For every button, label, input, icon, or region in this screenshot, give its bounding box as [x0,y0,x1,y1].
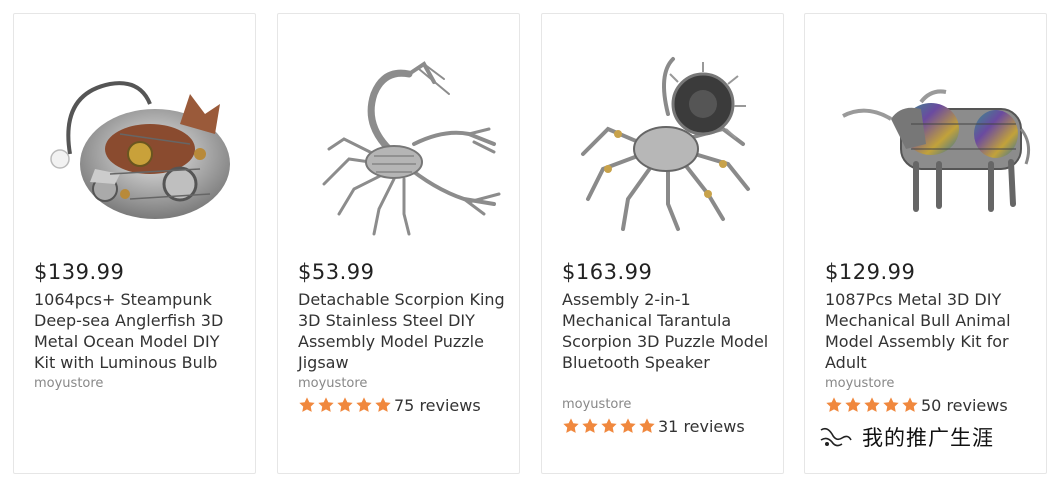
product-title[interactable]: 1087Pcs Metal 3D DIY Mechanical Bull Ani… [825,289,1035,373]
star-icon [620,418,636,433]
product-image[interactable] [294,34,504,244]
star-icon [582,418,598,433]
product-price: $53.99 [298,260,375,284]
product-card[interactable]: $129.99 1087Pcs Metal 3D DIY Mechanical … [804,13,1047,474]
product-title[interactable]: Assembly 2-in-1 Mechanical Tarantula Sco… [562,289,772,373]
star-icon [845,397,861,412]
product-image[interactable] [558,34,768,244]
watermark: 我的推广生涯 [818,422,994,452]
star-icon [864,397,880,412]
star-rating [825,396,920,414]
product-card[interactable]: $139.99 1064pcs+ Steampunk Deep-sea Angl… [13,13,256,474]
rating-row[interactable]: 75 reviews [298,395,481,415]
product-title[interactable]: Detachable Scorpion King 3D Stainless St… [298,289,508,373]
star-icon [601,418,617,433]
star-icon [375,397,391,412]
star-icon [902,397,918,412]
store-name[interactable]: moyustore [34,376,103,391]
wechat-channel-icon [820,427,852,447]
star-icon [356,397,372,412]
product-grid: $139.99 1064pcs+ Steampunk Deep-sea Angl… [13,13,1049,474]
anglerfish-image [50,81,230,219]
star-rating [562,417,657,435]
product-price: $163.99 [562,260,653,284]
review-count[interactable]: 50 reviews [921,396,1008,415]
star-rating [298,396,393,414]
watermark-text: 我的推广生涯 [862,426,994,450]
rating-row[interactable]: 31 reviews [562,416,745,436]
star-icon [639,418,655,433]
star-icon [883,397,899,412]
product-image[interactable] [821,34,1031,244]
review-count[interactable]: 75 reviews [394,396,481,415]
bull-image [842,89,1031,212]
rating-row[interactable]: 50 reviews [825,395,1008,415]
star-icon [563,418,579,433]
product-price: $129.99 [825,260,916,284]
star-icon [299,397,315,412]
star-icon [826,397,842,412]
review-count[interactable]: 31 reviews [658,417,745,436]
scorpion-image [322,61,501,236]
store-name[interactable]: moyustore [825,376,894,391]
product-price: $139.99 [34,260,125,284]
tarantula-image [581,57,750,231]
product-card[interactable]: $163.99 Assembly 2-in-1 Mechanical Taran… [541,13,784,474]
store-name[interactable]: moyustore [298,376,367,391]
star-icon [318,397,334,412]
store-name[interactable]: moyustore [562,397,631,412]
product-title[interactable]: 1064pcs+ Steampunk Deep-sea Anglerfish 3… [34,289,244,373]
product-image[interactable] [30,34,240,244]
product-card[interactable]: $53.99 Detachable Scorpion King 3D Stain… [277,13,520,474]
star-icon [337,397,353,412]
